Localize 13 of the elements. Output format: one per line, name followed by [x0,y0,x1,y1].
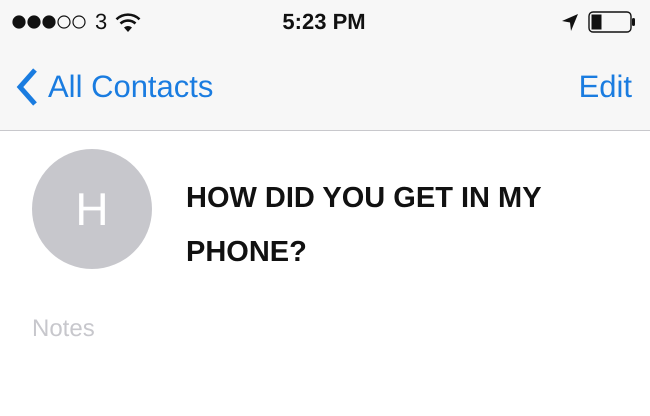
signal-icon [12,14,87,30]
back-button[interactable]: All Contacts [16,67,214,107]
location-arrow-icon [562,14,578,30]
contact-avatar: H [32,149,152,269]
wifi-icon [115,12,142,32]
carrier-name: 3 [95,9,108,35]
contact-name: HOW DID YOU GET IN MY PHONE? [186,181,542,270]
notes-label: Notes [31,314,96,343]
edit-button[interactable]: Edit [578,69,632,105]
back-label[interactable]: All Contacts [48,69,214,105]
clock-time: 5:23 PM [282,9,366,35]
battery-icon [588,11,636,33]
chevron-left-icon [16,67,38,107]
